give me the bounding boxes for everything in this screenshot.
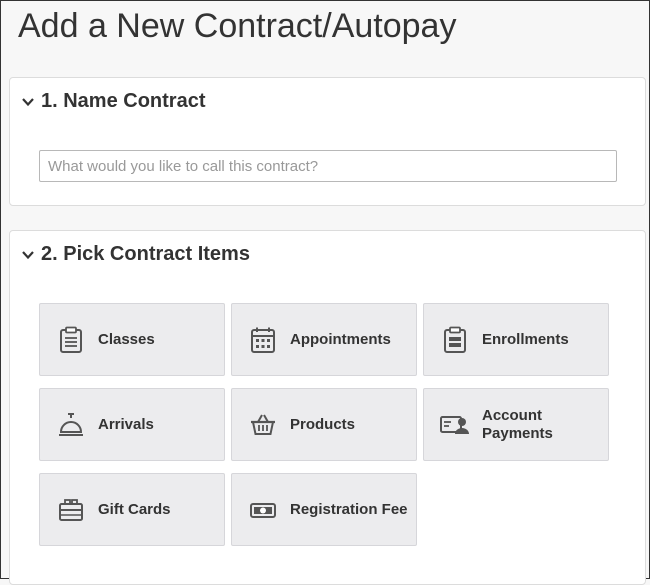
item-classes-tile[interactable]: Classes (39, 303, 225, 376)
section-title: 1. Name Contract (41, 90, 206, 112)
pick-contract-items-section: 2. Pick Contract Items Classes Appointme… (9, 230, 646, 585)
tile-label: Arrivals (98, 415, 154, 433)
item-appointments-tile[interactable]: Appointments (231, 303, 417, 376)
tile-label: Appointments (290, 330, 391, 348)
tile-label: Classes (98, 330, 155, 348)
item-enrollments-tile[interactable]: Enrollments (423, 303, 609, 376)
shopping-basket-icon (248, 410, 278, 440)
cash-bill-icon (248, 495, 278, 525)
service-bell-icon (56, 410, 86, 440)
chevron-down-icon (22, 250, 34, 259)
name-contract-header[interactable]: 1. Name Contract (21, 90, 206, 113)
calendar-icon (248, 325, 278, 355)
tile-label: Enrollments (482, 330, 569, 348)
item-products-tile[interactable]: Products (231, 388, 417, 461)
item-arrivals-tile[interactable]: Arrivals (39, 388, 225, 461)
item-account-payments-tile[interactable]: Account Payments (423, 388, 609, 461)
tile-label: Products (290, 415, 356, 433)
item-registration-fee-tile[interactable]: Registration Fee (231, 473, 417, 546)
gift-card-icon (56, 495, 86, 525)
tile-label: Gift Cards (98, 500, 171, 518)
contract-name-input[interactable] (39, 150, 617, 182)
clipboard-icon (440, 325, 470, 355)
name-contract-section: 1. Name Contract (9, 77, 646, 206)
chevron-down-icon (22, 97, 34, 106)
tile-label: Registration Fee (290, 500, 408, 518)
pick-items-header[interactable]: 2. Pick Contract Items (21, 243, 250, 266)
tile-label: Account Payments (482, 406, 553, 442)
section-title: 2. Pick Contract Items (41, 243, 250, 265)
account-card-icon (440, 410, 470, 440)
page-title: Add a New Contract/Autopay (18, 7, 457, 45)
item-gift-cards-tile[interactable]: Gift Cards (39, 473, 225, 546)
clipboard-list-icon (56, 325, 86, 355)
